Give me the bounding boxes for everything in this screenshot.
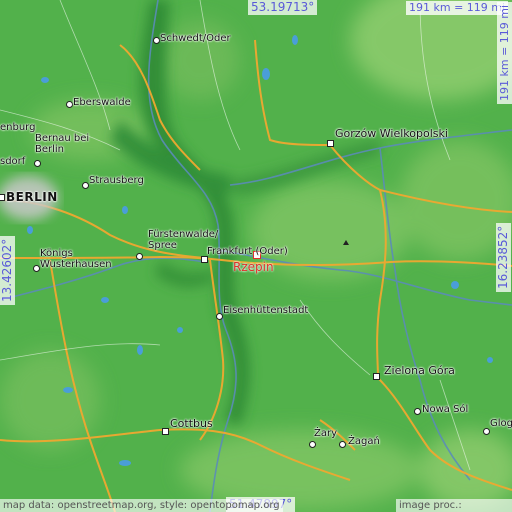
city-marker-bernau bbox=[34, 160, 41, 167]
city-marker-zary bbox=[309, 441, 316, 448]
label-sdorf: sdorf bbox=[0, 156, 26, 167]
label-eisenhuttenstadt: Eisenhüttenstadt bbox=[223, 305, 309, 316]
city-marker-eberswalde bbox=[66, 101, 73, 108]
map-credit-left: map data: openstreetmap.org, style: open… bbox=[0, 499, 283, 512]
scale-bar-horizontal: 191 km = 119 mi bbox=[406, 1, 509, 15]
city-marker-glog bbox=[483, 428, 490, 435]
label-zagan: Żagań bbox=[348, 436, 380, 447]
label-eberswalde: Eberswalde bbox=[73, 97, 131, 108]
label-enburg: enburg bbox=[0, 122, 36, 133]
city-marker-frankfurt bbox=[201, 256, 208, 263]
label-frankfurt: Frankfurt (Oder) bbox=[207, 246, 288, 257]
scale-bar-vertical: 191 km = 119 mi bbox=[497, 1, 512, 104]
label-strausberg: Strausberg bbox=[89, 175, 144, 186]
city-marker-nowasol bbox=[414, 408, 421, 415]
label-glog: Glog bbox=[490, 418, 512, 429]
label-schwedt: Schwedt/Oder bbox=[160, 33, 231, 44]
city-marker-schwedt bbox=[153, 37, 160, 44]
label-berlin: BERLIN bbox=[6, 190, 58, 204]
label-zielona-gora: Zielona Góra bbox=[384, 364, 455, 377]
city-marker-gorzow bbox=[327, 140, 334, 147]
top-latitude-label: 53.19713° bbox=[248, 0, 318, 15]
city-marker-konigs bbox=[33, 265, 40, 272]
label-konigs-wusterhausen: Königs Wusterhausen bbox=[40, 248, 112, 270]
right-longitude-label: 16.23852° bbox=[496, 222, 511, 292]
label-nowa-sol: Nowa Sól bbox=[422, 404, 469, 415]
city-marker-zagan bbox=[339, 441, 346, 448]
label-cottbus: Cottbus bbox=[170, 417, 213, 430]
city-marker-zielona bbox=[373, 373, 380, 380]
city-marker-eisenhuttenstadt bbox=[216, 313, 223, 320]
city-marker-furstenwalde bbox=[136, 253, 143, 260]
city-marker-berlin bbox=[0, 194, 5, 201]
map-credit-right: image proc.: elevation.city bbox=[396, 499, 512, 512]
label-gorzow: Gorzów Wielkopolski bbox=[335, 127, 448, 140]
map-view[interactable]: Schwedt/Oder Eberswalde enburg Bernau be… bbox=[0, 0, 512, 512]
city-marker-cottbus bbox=[162, 428, 169, 435]
label-bernau: Bernau bei Berlin bbox=[35, 133, 90, 155]
label-zary: Żary bbox=[314, 428, 338, 439]
city-marker-strausberg bbox=[82, 182, 89, 189]
label-rzepin: Rzepin bbox=[233, 260, 274, 274]
left-longitude-label: 13.42602° bbox=[0, 235, 15, 305]
